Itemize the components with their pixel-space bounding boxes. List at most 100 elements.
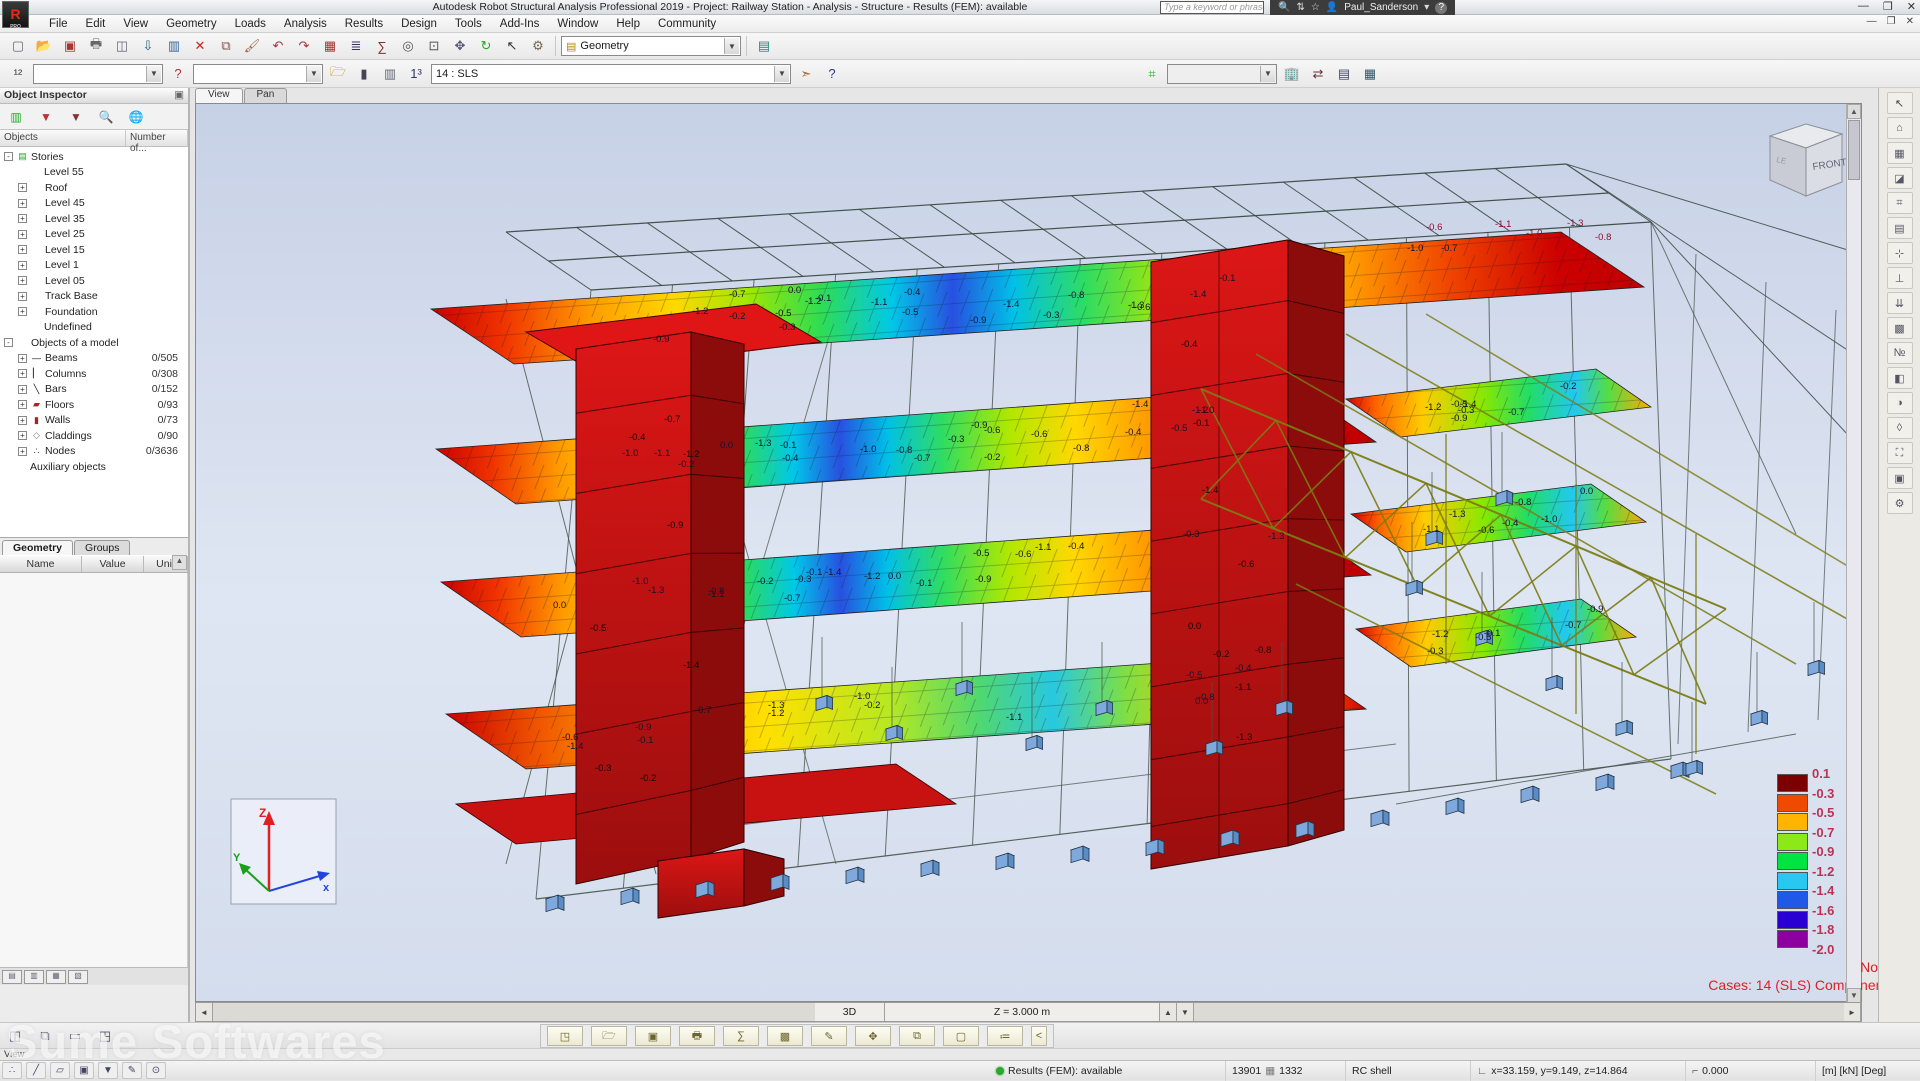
menu-help[interactable]: Help — [607, 17, 649, 31]
selection-icon[interactable]: ↖ — [500, 35, 524, 57]
scroll-right-icon[interactable]: ► — [1844, 1003, 1861, 1021]
print-preview-icon[interactable]: ◫ — [110, 35, 134, 57]
menu-view[interactable]: View — [114, 17, 157, 31]
tab-geometry[interactable]: Geometry — [2, 540, 73, 555]
display-settings-icon[interactable]: ⚙ — [1887, 492, 1913, 514]
tab-pan[interactable]: Pan — [244, 88, 288, 103]
tab-b-icon[interactable]: ▥ — [24, 970, 44, 984]
tree-item-columns[interactable]: +▏Columns0/308 — [0, 366, 188, 382]
mdi-close-button[interactable]: ✕ — [1906, 16, 1914, 27]
tab-c-icon[interactable]: ▦ — [46, 970, 66, 984]
numbers-display-icon[interactable]: № — [1887, 342, 1913, 364]
section-view-icon[interactable]: ◪ — [1887, 167, 1913, 189]
expand-icon[interactable]: + — [18, 431, 27, 440]
structure-combo[interactable]: ▼ — [1167, 64, 1277, 84]
view-home-icon[interactable]: ⌂ — [1887, 117, 1913, 139]
tree-item-track-base[interactable]: +Track Base — [0, 289, 188, 305]
minimize-button[interactable]: — — [1858, 0, 1869, 13]
pan-icon[interactable]: ✥ — [448, 35, 472, 57]
zoom-icon[interactable]: ◎ — [396, 35, 420, 57]
tab-groups[interactable]: Groups — [74, 540, 130, 555]
mdi-restore-button[interactable]: ❐ — [1887, 16, 1896, 27]
help-globe-icon[interactable]: 🌐 — [126, 107, 146, 127]
expand-icon[interactable]: + — [18, 261, 27, 270]
tree-item-level-55[interactable]: Level 55 — [0, 165, 188, 181]
bar-selection-combo[interactable]: ▼ — [193, 64, 323, 84]
structure-axes-icon[interactable]: ⌗ — [1140, 63, 1164, 85]
save-icon[interactable]: ▣ — [58, 35, 82, 57]
menu-loads[interactable]: Loads — [226, 17, 275, 31]
help-icon[interactable]: ? — [1435, 2, 1447, 14]
node-selection-combo[interactable]: ▼ — [33, 64, 163, 84]
expand-icon[interactable]: + — [18, 214, 27, 223]
scrollbar-thumb[interactable] — [1848, 120, 1860, 180]
pointer-select-icon[interactable]: ➣ — [794, 63, 818, 85]
columns-filter-icon[interactable]: ▥ — [6, 107, 26, 127]
scroll-down-icon[interactable]: ▼ — [1847, 988, 1861, 1003]
level-cell[interactable]: Z = 3.000 m — [885, 1003, 1160, 1021]
calculate-icon[interactable]: ∑ — [723, 1026, 759, 1046]
load-case-selector[interactable]: 14 : SLS ▼ — [431, 64, 791, 84]
delete-icon[interactable]: ✕ — [188, 35, 212, 57]
window-tile-icon[interactable]: ◫ — [3, 1025, 27, 1047]
chevron-down-icon[interactable]: ▼ — [306, 66, 321, 82]
display-options-icon[interactable]: ⚙ — [526, 35, 550, 57]
undo-icon[interactable]: ↶ — [266, 35, 290, 57]
expand-icon[interactable]: + — [18, 245, 27, 254]
grid-table-icon[interactable]: ▦ — [1358, 63, 1382, 85]
section-columns-icon[interactable]: ▥ — [378, 63, 402, 85]
collapse-toolbar-icon[interactable]: < — [1031, 1026, 1047, 1046]
display-table-icon[interactable]: ▦ — [1887, 142, 1913, 164]
scroll-up-icon[interactable]: ▲ — [1847, 104, 1861, 119]
menu-results[interactable]: Results — [336, 17, 392, 31]
tree-item-stories[interactable]: -▤Stories — [0, 149, 188, 165]
tree-item-undefined[interactable]: Undefined — [0, 320, 188, 336]
render-view-icon[interactable]: ◧ — [1887, 367, 1913, 389]
context-help-icon[interactable]: ? — [820, 63, 844, 85]
import-icon[interactable]: ⇩ — [136, 35, 160, 57]
tree-item-level-25[interactable]: +Level 25 — [0, 227, 188, 243]
edit-mode-icon[interactable]: ✎ — [122, 1062, 142, 1079]
horizontal-scroll-track[interactable] — [1194, 1003, 1844, 1021]
edit-object-icon[interactable]: ✎ — [811, 1026, 847, 1046]
column-value[interactable]: Value — [82, 556, 144, 572]
menu-community[interactable]: Community — [649, 17, 725, 31]
shadow-view-icon[interactable]: ◑ — [1887, 392, 1913, 414]
calculator-icon[interactable]: ∑ — [370, 35, 394, 57]
expand-icon[interactable]: + — [18, 385, 27, 394]
tree-item-nodes[interactable]: +∴Nodes0/3636 — [0, 444, 188, 460]
scroll-up-icon[interactable]: ▲ — [172, 555, 187, 570]
screen-capture-icon[interactable]: ▥ — [162, 35, 186, 57]
menu-edit[interactable]: Edit — [77, 17, 115, 31]
expand-icon[interactable]: + — [18, 447, 27, 456]
menu-tools[interactable]: Tools — [446, 17, 491, 31]
report-tables-icon[interactable]: ≣ — [344, 35, 368, 57]
camera-view-icon[interactable]: ▣ — [1887, 467, 1913, 489]
supports-display-icon[interactable]: ⊥ — [1887, 267, 1913, 289]
filter-delete-icon[interactable]: ▼ — [66, 107, 86, 127]
view-3d-window-icon[interactable]: ◳ — [93, 1025, 117, 1047]
view-3d-tool-icon[interactable]: ◳ — [547, 1026, 583, 1046]
menu-addins[interactable]: Add-Ins — [491, 17, 549, 31]
panel-menu-icon[interactable]: ▣ — [174, 89, 184, 102]
tree-item-level-35[interactable]: +Level 35 — [0, 211, 188, 227]
loads-display-icon[interactable]: ⇊ — [1887, 292, 1913, 314]
grid-display-icon[interactable]: ⌗ — [1887, 192, 1913, 214]
open-drawing-icon[interactable]: 🗁 — [591, 1026, 627, 1046]
expand-icon[interactable]: + — [18, 369, 27, 378]
save-drawing-icon[interactable]: ▣ — [635, 1026, 671, 1046]
select-bars-icon[interactable]: ╱ — [26, 1062, 46, 1079]
updown-icon[interactable]: ⇅ — [1296, 2, 1304, 13]
new-window-icon[interactable]: ▢ — [943, 1026, 979, 1046]
expand-icon[interactable]: + — [18, 416, 27, 425]
expand-icon[interactable]: + — [18, 307, 27, 316]
menu-analysis[interactable]: Analysis — [275, 17, 336, 31]
chevron-down-icon[interactable]: ▾ — [1424, 2, 1429, 13]
axes-display-icon[interactable]: ⊹ — [1887, 242, 1913, 264]
tree-item-claddings[interactable]: +◇Claddings0/90 — [0, 428, 188, 444]
tree-item-beams[interactable]: +—Beams0/505 — [0, 351, 188, 367]
tree-item-level-15[interactable]: +Level 15 — [0, 242, 188, 258]
menu-file[interactable]: File — [40, 17, 77, 31]
window-cascade-icon[interactable]: ⧉ — [33, 1025, 57, 1047]
close-button[interactable]: ✕ — [1907, 0, 1916, 13]
